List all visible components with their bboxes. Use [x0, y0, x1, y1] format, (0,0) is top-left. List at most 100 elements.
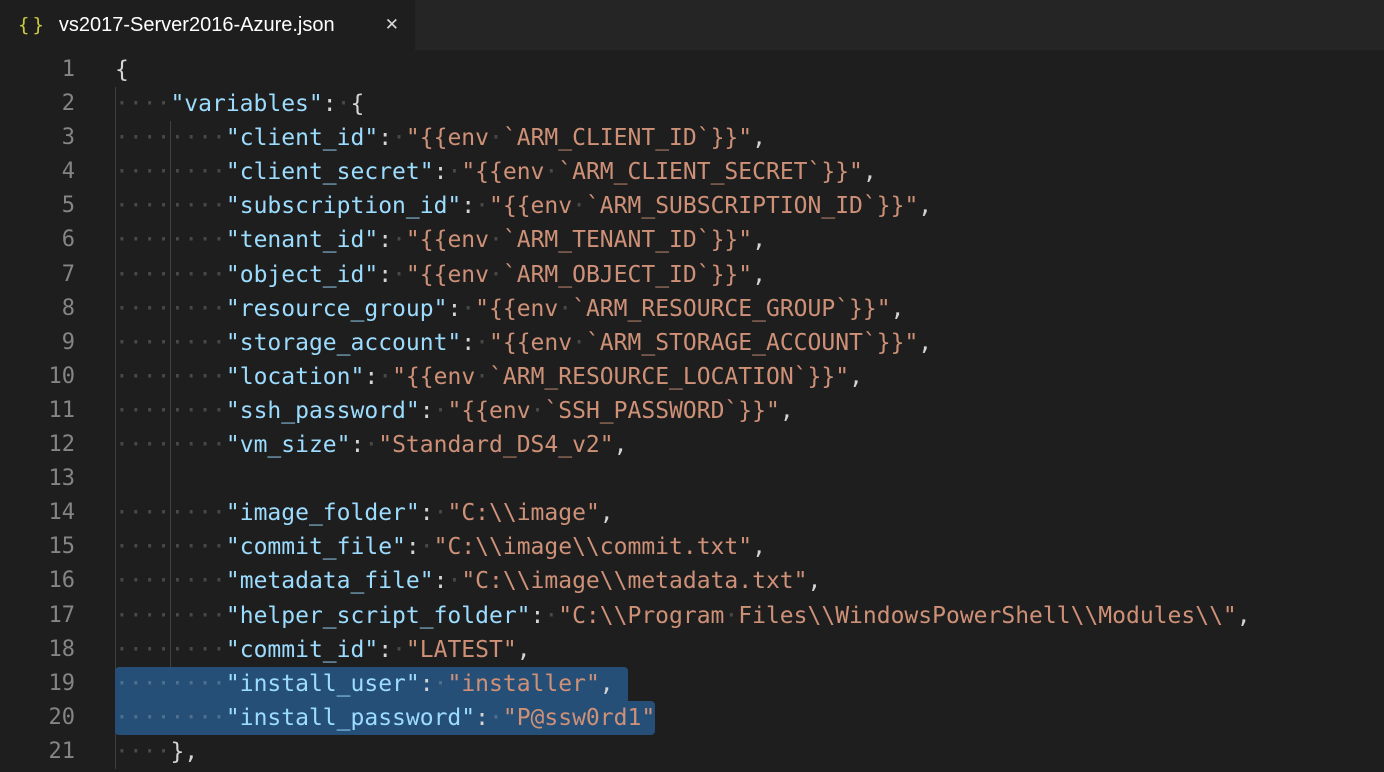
code-token: `ARM_OBJECT_ID`}}"	[503, 262, 752, 288]
whitespace-dot: ·	[184, 603, 198, 629]
code-line[interactable]: 3········"client_id":·"{{env·`ARM_CLIENT…	[0, 121, 1384, 155]
code-token: `ARM_SUBSCRIPTION_ID`}}"	[586, 193, 918, 219]
code-token: :	[531, 603, 545, 629]
code-content: ········"helper_script_folder":·"C:\\Pro…	[115, 599, 1384, 633]
whitespace-dot: ·	[364, 432, 378, 458]
whitespace-dot: ·	[434, 500, 448, 526]
code-line[interactable]: 7········"object_id":·"{{env·`ARM_OBJECT…	[0, 258, 1384, 292]
code-token: "vm_size"	[226, 432, 351, 458]
code-content: ········"subscription_id":·"{{env·`ARM_S…	[115, 189, 1384, 223]
code-content: ········"install_password":·"P@ssw0rd1"	[115, 701, 1384, 735]
code-line[interactable]: 6········"tenant_id":·"{{env·`ARM_TENANT…	[0, 223, 1384, 257]
line-text: ········"resource_group":·"{{env·`ARM_RE…	[115, 292, 904, 326]
code-token: "LATEST"	[406, 637, 517, 663]
whitespace-dot: ·	[212, 603, 226, 629]
whitespace-dot: ·	[184, 330, 198, 356]
code-line[interactable]: 8········"resource_group":·"{{env·`ARM_R…	[0, 292, 1384, 326]
line-number: 12	[0, 428, 75, 462]
whitespace-dot: ·	[115, 227, 129, 253]
whitespace-dot: ·	[115, 500, 129, 526]
code-token: :	[378, 227, 392, 253]
code-line[interactable]: 9········"storage_account":·"{{env·`ARM_…	[0, 326, 1384, 360]
code-token: "install_user"	[226, 671, 420, 697]
whitespace-dot: ·	[170, 330, 184, 356]
code-line[interactable]: 19········"install_user":·"installer",	[0, 667, 1384, 701]
code-token: :	[351, 432, 365, 458]
whitespace-dot: ·	[129, 534, 143, 560]
code-line[interactable]: 5········"subscription_id":·"{{env·`ARM_…	[0, 189, 1384, 223]
code-token: :	[406, 534, 420, 560]
code-token: "variables"	[170, 91, 322, 117]
code-token: {	[115, 57, 129, 83]
code-line[interactable]: 14········"image_folder":·"C:\\image",	[0, 496, 1384, 530]
code-token: "subscription_id"	[226, 193, 461, 219]
whitespace-dot: ·	[143, 534, 157, 560]
code-line[interactable]: 21····},	[0, 735, 1384, 769]
code-line[interactable]: 20········"install_password":·"P@ssw0rd1…	[0, 701, 1384, 735]
whitespace-dot: ·	[170, 193, 184, 219]
code-token: "C:\\Program	[558, 603, 724, 629]
code-line[interactable]: 18········"commit_id":·"LATEST",	[0, 633, 1384, 667]
whitespace-dot: ·	[475, 193, 489, 219]
whitespace-dot: ·	[198, 125, 212, 151]
code-token: "C:\\image"	[447, 500, 599, 526]
whitespace-dot: ·	[184, 296, 198, 322]
code-token: :	[323, 91, 337, 117]
code-line[interactable]: 11········"ssh_password":·"{{env·`SSH_PA…	[0, 394, 1384, 428]
whitespace-dot: ·	[115, 739, 129, 765]
whitespace-dot: ·	[157, 330, 171, 356]
whitespace-dot: ·	[129, 739, 143, 765]
code-line[interactable]: 2····"variables":·{	[0, 87, 1384, 121]
whitespace-dot: ·	[198, 432, 212, 458]
code-token: `ARM_RESOURCE_LOCATION`}}"	[489, 364, 849, 390]
line-text: ········"client_id":·"{{env·`ARM_CLIENT_…	[115, 121, 766, 155]
line-text: ········"metadata_file":·"C:\\image\\met…	[115, 564, 821, 598]
whitespace-dot: ·	[212, 125, 226, 151]
line-number: 14	[0, 496, 75, 530]
editor-tab[interactable]: {} vs2017-Server2016-Azure.json ✕	[0, 0, 415, 50]
code-token: "{{env	[392, 364, 475, 390]
code-token: "helper_script_folder"	[226, 603, 531, 629]
code-content: ········"commit_file":·"C:\\image\\commi…	[115, 530, 1384, 564]
code-line[interactable]: 17········"helper_script_folder":·"C:\\P…	[0, 599, 1384, 633]
code-line[interactable]: 15········"commit_file":·"C:\\image\\com…	[0, 530, 1384, 564]
whitespace-dot: ·	[115, 364, 129, 390]
whitespace-dot: ·	[544, 603, 558, 629]
tab-close-icon[interactable]: ✕	[385, 15, 399, 35]
code-content	[115, 462, 1384, 496]
whitespace-dot: ·	[724, 603, 738, 629]
code-line[interactable]: 1{	[0, 53, 1384, 87]
code-line[interactable]: 12········"vm_size":·"Standard_DS4_v2",	[0, 428, 1384, 462]
code-line[interactable]: 10········"location":·"{{env·`ARM_RESOUR…	[0, 360, 1384, 394]
code-token: "{{env	[489, 193, 572, 219]
line-number: 4	[0, 155, 75, 189]
whitespace-dot: ·	[157, 568, 171, 594]
code-token: :	[461, 193, 475, 219]
whitespace-dot: ·	[143, 91, 157, 117]
whitespace-dot: ·	[170, 603, 184, 629]
code-line[interactable]: 4········"client_secret":·"{{env·`ARM_CL…	[0, 155, 1384, 189]
whitespace-dot: ·	[170, 296, 184, 322]
line-number: 1	[0, 53, 75, 87]
tab-bar: {} vs2017-Server2016-Azure.json ✕	[0, 0, 1384, 50]
whitespace-dot: ·	[489, 705, 503, 731]
line-number: 15	[0, 530, 75, 564]
whitespace-dot: ·	[212, 637, 226, 663]
whitespace-dot: ·	[157, 534, 171, 560]
code-token: "object_id"	[226, 262, 378, 288]
code-token: },	[170, 739, 198, 765]
code-line[interactable]: 16········"metadata_file":·"C:\\image\\m…	[0, 564, 1384, 598]
whitespace-dot: ·	[212, 364, 226, 390]
line-text: ········"storage_account":·"{{env·`ARM_S…	[115, 326, 932, 360]
code-token: "ssh_password"	[226, 398, 420, 424]
whitespace-dot: ·	[115, 705, 129, 731]
code-line[interactable]: 13	[0, 462, 1384, 496]
code-token: ,	[918, 193, 932, 219]
code-token: "image_folder"	[226, 500, 420, 526]
code-area[interactable]: 1{2····"variables":·{3········"client_id…	[0, 50, 1384, 772]
whitespace-dot: ·	[129, 603, 143, 629]
line-text: ········"subscription_id":·"{{env·`ARM_S…	[115, 189, 932, 223]
whitespace-dot: ·	[143, 603, 157, 629]
whitespace-dot: ·	[434, 671, 448, 697]
whitespace-dot: ·	[115, 534, 129, 560]
